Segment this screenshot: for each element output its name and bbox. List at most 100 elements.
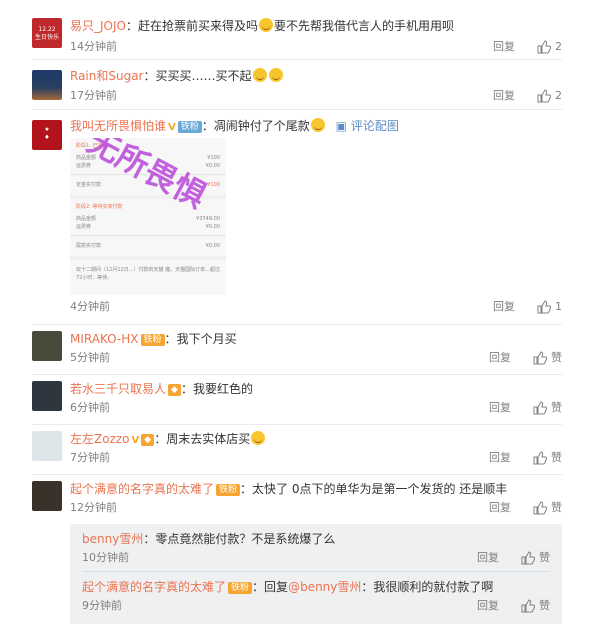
- reply-button[interactable]: 回复: [477, 551, 499, 565]
- mention-link[interactable]: @benny雪州: [288, 580, 361, 594]
- emoji-icon: [310, 118, 325, 132]
- image-icon: ▣: [335, 119, 347, 133]
- sub-reply-item: benny雪州：零点竟然能付款？不是系统爆了么 10分钟前 回复 赞: [70, 524, 562, 572]
- like-count[interactable]: 1: [555, 300, 562, 314]
- like-count[interactable]: 赞: [539, 551, 550, 565]
- avatar-text: 12.22 生日快乐: [34, 26, 59, 41]
- avatar[interactable]: [32, 331, 62, 361]
- thumbs-up-icon[interactable]: [521, 599, 535, 613]
- thumbs-up-icon[interactable]: [533, 401, 547, 415]
- comment-actions: 回复 赞: [489, 401, 562, 415]
- fan-badge: 铁粉: [228, 582, 253, 594]
- commenter-name[interactable]: 我叫无所畏惧怕谁: [70, 119, 166, 133]
- comment-time: 14分钟前: [70, 40, 117, 53]
- thumbs-up-icon[interactable]: [533, 451, 547, 465]
- row-value: ¥0.00: [205, 243, 220, 249]
- comment-content: 易只_JOJO：赶在抢票前买来得及吗 要不先帮我借代言人的手机用用呗: [70, 18, 455, 33]
- sub-reply-content: benny雪州：零点竟然能付款？不是系统爆了么: [82, 532, 336, 546]
- commenter-name[interactable]: 起个满意的名字真的太难了: [82, 580, 226, 594]
- fan-badge-icon: ◆: [168, 384, 181, 396]
- reply-button[interactable]: 回复: [489, 351, 511, 365]
- comment-content: 我叫无所畏惧怕谁 V 铁粉 ：凋闹钟付了个尾款 ▣ 评论配图: [70, 118, 399, 136]
- comment-image-link[interactable]: ▣ 评论配图: [336, 119, 399, 133]
- reply-button[interactable]: 回复: [477, 599, 499, 613]
- reply-button[interactable]: 回复: [489, 451, 511, 465]
- comment-content: 左左Zozzo V ◆ ：周末去实体店买: [70, 431, 266, 449]
- verified-icon: V: [168, 122, 176, 133]
- commenter-name[interactable]: 起个满意的名字真的太难了: [70, 482, 214, 496]
- thumbs-up-icon[interactable]: [537, 40, 551, 54]
- comment-item: Rain和Sugar：买买买……买不起 17分钟前 回复 2: [0, 60, 600, 110]
- avatar[interactable]: [32, 481, 62, 511]
- avatar[interactable]: [32, 70, 62, 100]
- comment-actions: 回复 赞: [489, 351, 562, 365]
- thumbs-up-icon[interactable]: [521, 551, 535, 565]
- comment-actions: 回复 2: [493, 40, 562, 54]
- comment-time: 7分钟前: [70, 451, 110, 464]
- comment-image[interactable]: 阶段1: 已完成 商品金额 ¥100 运费券 ¥0.00 定金实付款 ¥100 阶段2…: [70, 138, 226, 295]
- comment-text: 赶在抢票前买来得及吗: [138, 19, 259, 33]
- comment-text: 我下个月买: [176, 332, 237, 346]
- comment-content: Rain和Sugar：买买买……买不起: [70, 68, 284, 84]
- like-count[interactable]: 赞: [551, 401, 562, 415]
- comment-time: 5分钟前: [70, 351, 110, 364]
- reply-button[interactable]: 回复: [493, 89, 515, 103]
- commenter-name[interactable]: 易只_JOJO: [70, 19, 126, 33]
- comment-actions: 回复 赞: [477, 599, 550, 613]
- fan-badge: 铁粉: [216, 484, 241, 496]
- like-count[interactable]: 赞: [551, 501, 562, 515]
- row-value: ¥100: [207, 155, 220, 161]
- avatar[interactable]: [32, 381, 62, 411]
- emoji-icon: [259, 18, 274, 32]
- reply-button[interactable]: 回复: [493, 300, 515, 314]
- row-value: ¥0.00: [205, 163, 220, 169]
- comment-item: MIRAKO-HX 铁粉 ：我下个月买 5分钟前 回复 赞: [0, 325, 600, 375]
- comment-text: 买买买……买不起: [155, 69, 252, 83]
- emoji-icon: [252, 68, 267, 82]
- comment-text: 周末去实体店买: [166, 432, 251, 446]
- like-count[interactable]: 赞: [551, 351, 562, 365]
- commenter-name[interactable]: 若水三千只取易人: [70, 382, 166, 396]
- comment-text: 我很顺利的就付款了啊: [373, 580, 494, 594]
- comment-actions: 回复 赞: [477, 551, 550, 565]
- comment-actions: 回复 2: [493, 89, 562, 103]
- like-count[interactable]: 2: [555, 40, 562, 54]
- commenter-name[interactable]: benny雪州: [82, 532, 143, 546]
- comment-item: 若水三千只取易人 ◆ ：我要红色的 6分钟前 回复 赞: [0, 375, 600, 425]
- reply-prefix: 回复: [264, 580, 289, 594]
- comment-time: 17分钟前: [70, 89, 117, 102]
- comment-content: 若水三千只取易人 ◆ ：我要红色的: [70, 382, 253, 396]
- thumbs-up-icon[interactable]: [533, 351, 547, 365]
- comment-text: 太快了 0点下的单华为是第一个发货的 还是顺丰: [252, 482, 508, 496]
- like-count[interactable]: 赞: [551, 451, 562, 465]
- comment-item: 12.22 生日快乐 易只_JOJO：赶在抢票前买来得及吗 要不先帮我借代言人的手机…: [0, 0, 600, 60]
- like-count[interactable]: 2: [555, 89, 562, 103]
- comment-text-2: 要不先帮我借代言人的手机用用呗: [274, 19, 455, 33]
- fan-badge: 铁粉: [177, 121, 202, 133]
- fan-badge-icon: ◆: [141, 434, 155, 446]
- avatar[interactable]: ★ ♦: [32, 120, 62, 150]
- reply-button[interactable]: 回复: [489, 501, 511, 515]
- emoji-icon: [251, 431, 266, 445]
- comment-text: 凋闹钟付了个尾款: [213, 119, 310, 133]
- thumbs-up-icon[interactable]: [537, 89, 551, 103]
- sub-reply-content: 起个满意的名字真的太难了 铁粉 ：回复@benny雪州：我很顺利的就付款了啊: [82, 580, 494, 594]
- reply-button[interactable]: 回复: [489, 401, 511, 415]
- comment-text: 我要红色的: [192, 382, 253, 396]
- comment-actions: 回复 赞: [489, 501, 562, 515]
- comment-time: 9分钟前: [82, 599, 122, 612]
- commenter-name[interactable]: Rain和Sugar: [70, 69, 144, 83]
- avatar[interactable]: 12.22 生日快乐: [32, 18, 62, 48]
- commenter-name[interactable]: MIRAKO-HX: [70, 332, 139, 346]
- comment-actions: 回复 赞: [489, 451, 562, 465]
- thumbs-up-icon[interactable]: [533, 501, 547, 515]
- commenter-name[interactable]: 左左Zozzo: [70, 432, 130, 446]
- comment-time: 12分钟前: [70, 501, 117, 514]
- sub-reply-item: 起个满意的名字真的太难了 铁粉 ：回复@benny雪州：我很顺利的就付款了啊 9分钟…: [70, 572, 562, 624]
- thumbs-up-icon[interactable]: [537, 300, 551, 314]
- comment-item: 左左Zozzo V ◆ ：周末去实体店买 7分钟前 回复 赞: [0, 425, 600, 475]
- like-count[interactable]: 赞: [539, 599, 550, 613]
- reply-button[interactable]: 回复: [493, 40, 515, 54]
- avatar[interactable]: [32, 431, 62, 461]
- comment-time: 10分钟前: [82, 551, 129, 564]
